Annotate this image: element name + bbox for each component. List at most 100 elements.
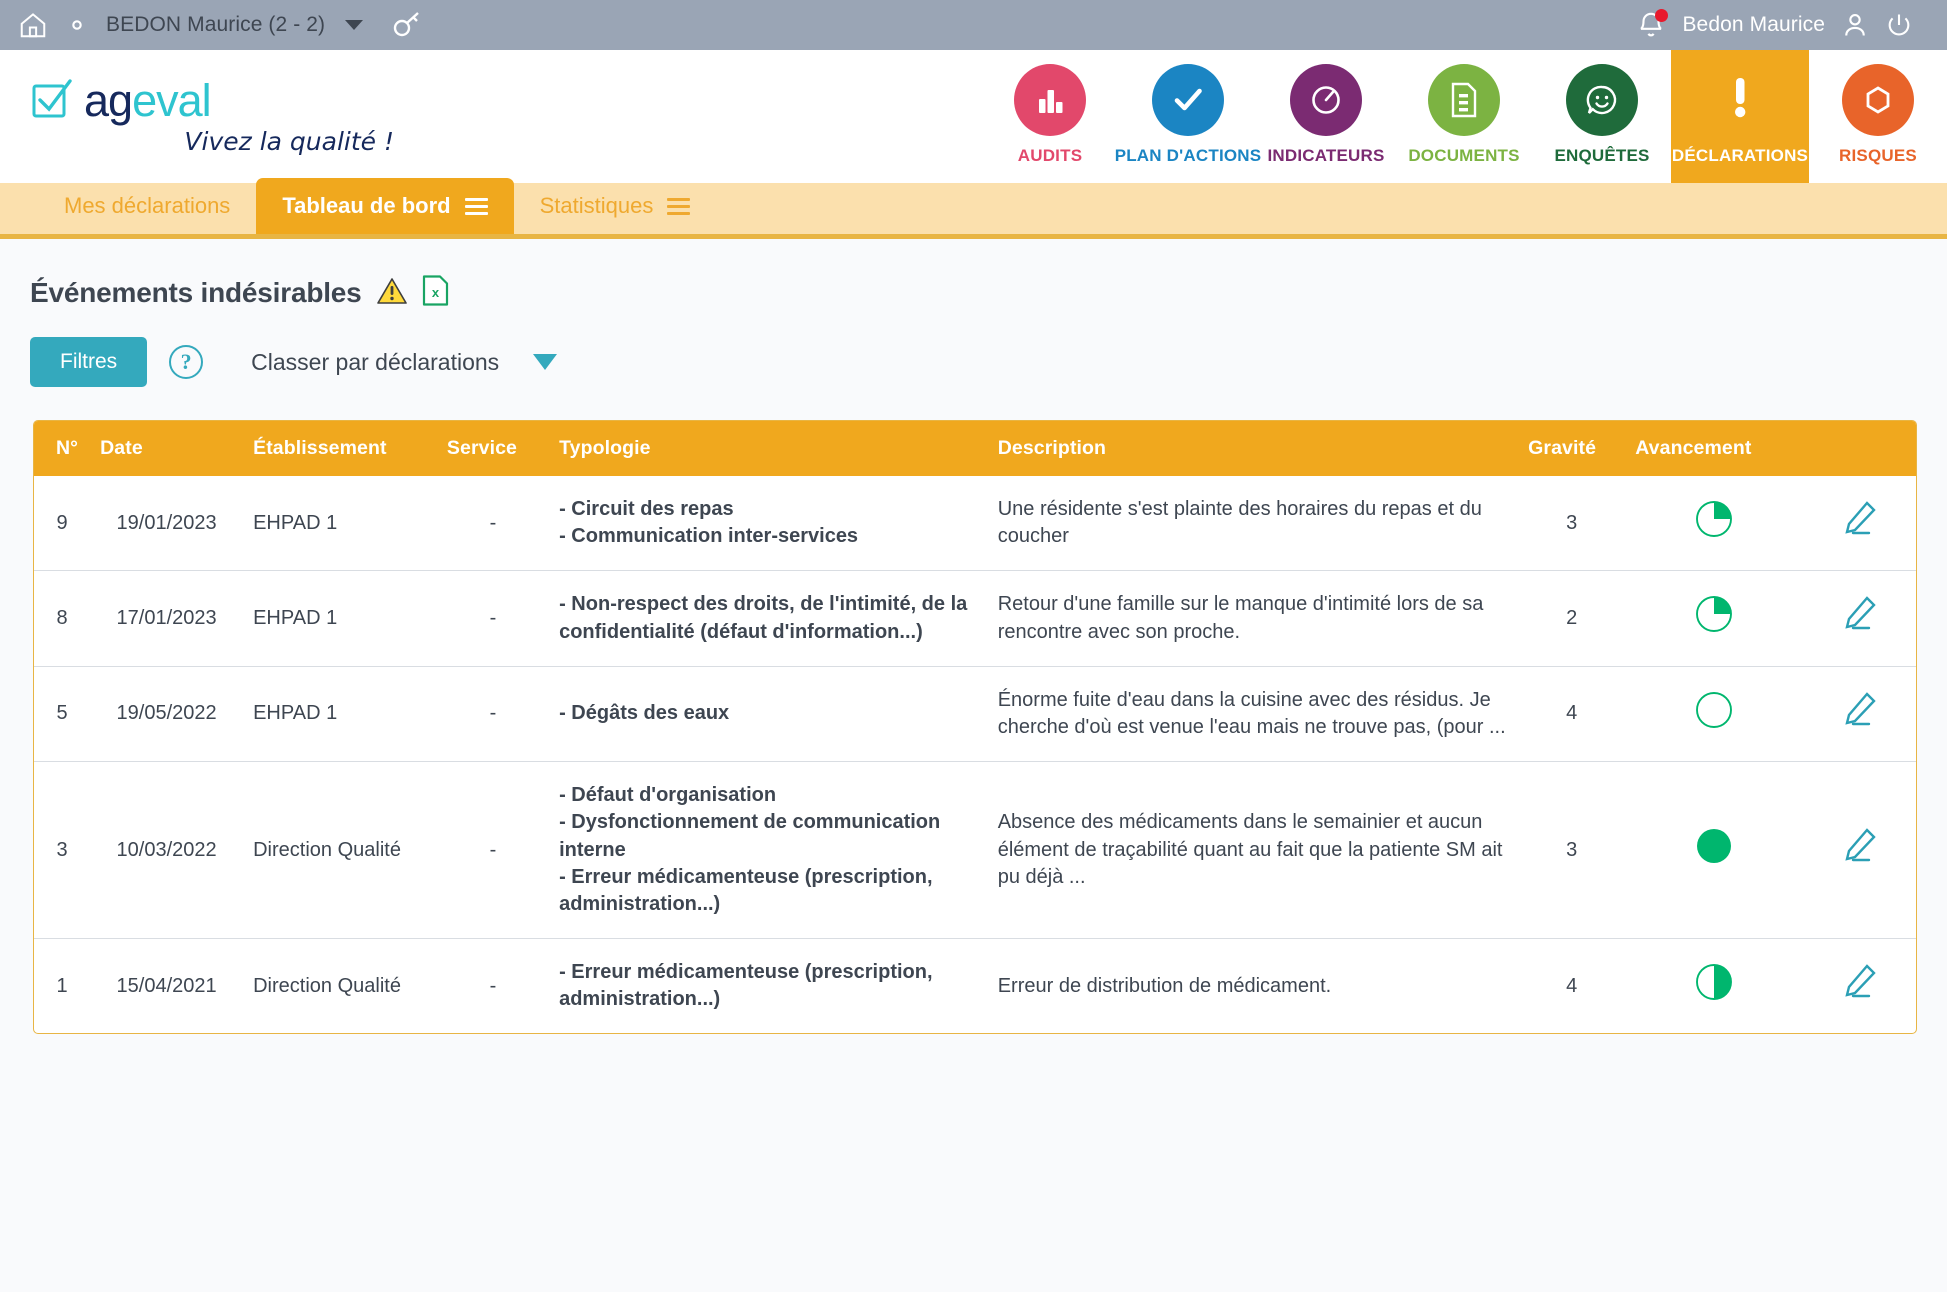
col-header-numero[interactable]: N°	[34, 421, 91, 476]
user-name-label[interactable]: Bedon Maurice	[1682, 13, 1825, 37]
svg-text:x: x	[431, 285, 439, 300]
checkbox-check-icon	[30, 76, 74, 125]
table-row[interactable]: 1 15/04/2021 Direction Qualité - - Erreur mé…	[34, 939, 1916, 1034]
nav-item-enquetes[interactable]: ENQUÊTES	[1533, 50, 1671, 183]
exclamation-icon	[1704, 64, 1776, 136]
home-icon[interactable]	[18, 10, 48, 40]
brand-name-part1: ag	[84, 75, 133, 126]
top-bar-left: BEDON Maurice (2 - 2)	[18, 10, 425, 40]
smiley-chat-icon	[1566, 64, 1638, 136]
cell-date: 17/01/2023	[90, 570, 244, 667]
cell-typologie: - Circuit des repas - Communication inter…	[549, 476, 988, 572]
col-header-description[interactable]: Description	[987, 421, 1519, 476]
top-bar-right: Bedon Maurice	[1636, 9, 1929, 40]
col-header-actions	[1803, 421, 1916, 476]
table-row[interactable]: 3 10/03/2022 Direction Qualité - - Défaut d'…	[34, 761, 1916, 940]
nav-label-risques: RISQUES	[1839, 146, 1917, 165]
nav-label-enquetes: ENQUÊTES	[1554, 146, 1650, 165]
check-circle-icon	[1152, 64, 1224, 136]
cell-avancement	[1625, 939, 1804, 1034]
org-selector-label[interactable]: BEDON Maurice (2 - 2)	[106, 13, 325, 37]
cell-date: 15/04/2021	[116, 974, 217, 997]
cell-avancement	[1625, 476, 1804, 572]
col-header-typologie[interactable]: Typologie	[549, 421, 988, 476]
sort-label: Classer par déclarations	[251, 348, 500, 375]
warning-triangle-icon[interactable]	[376, 277, 407, 310]
cell-date: 10/03/2022	[90, 761, 244, 940]
col-header-gravite[interactable]: Gravité	[1518, 421, 1626, 476]
table-row[interactable]: 5 19/05/2022 EHPAD 1-- Dégâts des eaux Énor…	[34, 666, 1916, 763]
nav-label-documents: DOCUMENTS	[1408, 146, 1520, 165]
brand-logo[interactable]: ageval Vivez la qualité !	[0, 50, 420, 156]
cell-avancement	[1625, 761, 1804, 940]
gear-icon[interactable]	[62, 10, 92, 40]
table-body: 9 19/01/2023 EHPAD 1-- Circuit des repas - …	[34, 476, 1916, 1033]
cell-gravite: 3	[1518, 476, 1626, 572]
nav-item-risques[interactable]: RISQUES	[1809, 50, 1947, 183]
cell-actions	[1803, 761, 1916, 940]
tab-mes-declarations[interactable]: Mes déclarations	[38, 178, 256, 234]
cell-numero: 1	[56, 974, 68, 997]
tab-statistiques[interactable]: Statistiques	[514, 178, 717, 234]
cell-actions	[1803, 476, 1916, 572]
brand-name-part2: eval	[132, 75, 212, 126]
progress-pie-icon	[1695, 827, 1733, 873]
typology-line: - Circuit des repas	[559, 498, 734, 520]
page-title: Événements indésirables	[30, 277, 362, 308]
filters-button[interactable]: Filtres	[30, 337, 148, 387]
nav-item-documents[interactable]: DOCUMENTS	[1395, 50, 1533, 183]
col-header-avancement[interactable]: Avancement	[1625, 421, 1804, 476]
progress-pie-icon	[1695, 691, 1733, 737]
cell-etablissement: EHPAD 1	[243, 666, 437, 763]
typology-line: - Communication inter-services	[559, 525, 859, 548]
page-header: Événements indésirables x	[0, 239, 1947, 311]
cell-date: 19/01/2023	[90, 476, 244, 572]
cell-avancement	[1625, 666, 1804, 763]
tab-label-statistiques: Statistiques	[539, 193, 654, 218]
power-icon[interactable]	[1885, 11, 1913, 39]
col-header-date[interactable]: Date	[90, 421, 244, 476]
bell-icon[interactable]	[1636, 9, 1669, 40]
tab-label-mes-declarations: Mes déclarations	[64, 193, 231, 218]
cell-description: Erreur de distribution de médicament.	[997, 974, 1332, 997]
hamburger-menu-icon[interactable]	[464, 197, 488, 215]
key-icon[interactable]	[391, 10, 425, 40]
question-mark-icon[interactable]: ?	[169, 345, 204, 379]
pencil-edit-icon[interactable]	[1840, 500, 1880, 546]
col-header-etablissement[interactable]: Établissement	[243, 421, 437, 476]
cell-actions	[1804, 939, 1916, 1034]
sub-tab-bar: Mes déclarations Tableau de bord Statist…	[0, 178, 1947, 239]
nav-item-declarations[interactable]: DÉCLARATIONS	[1671, 50, 1809, 183]
pencil-edit-icon[interactable]	[1840, 595, 1880, 641]
cell-typologie: - Dégâts des eaux	[549, 666, 988, 763]
nav-label-declarations: DÉCLARATIONS	[1671, 146, 1809, 165]
declarations-table-container: N° Date Établissement Service Typologie …	[33, 420, 1917, 1035]
tab-tableau-de-bord[interactable]: Tableau de bord	[256, 178, 514, 234]
cell-gravite: 3	[1518, 761, 1626, 940]
pencil-edit-icon[interactable]	[1840, 691, 1880, 737]
nav-item-audits[interactable]: AUDITS	[981, 50, 1119, 183]
nav-item-plan-dactions[interactable]: PLAN D'ACTIONS	[1115, 50, 1261, 183]
table-head: N° Date Établissement Service Typologie …	[34, 421, 1916, 476]
nav-label-indicateurs: INDICATEURS	[1267, 146, 1385, 165]
nav-item-indicateurs[interactable]: INDICATEURS	[1257, 50, 1395, 183]
caret-down-icon[interactable]	[533, 354, 558, 370]
pencil-edit-icon[interactable]	[1840, 827, 1880, 873]
cell-typologie: - Défaut d'organisation - Dysfonctionneme…	[549, 761, 988, 940]
typology-line: - Défaut d'organisation	[559, 784, 777, 807]
chevron-down-icon[interactable]	[345, 20, 364, 30]
gauge-icon	[1290, 64, 1362, 136]
user-icon[interactable]	[1841, 11, 1869, 39]
cell-numero: 8	[34, 570, 91, 667]
table-header-row: N° Date Établissement Service Typologie …	[34, 421, 1916, 476]
table-row[interactable]: 9 19/01/2023 EHPAD 1-- Circuit des repas - …	[34, 476, 1916, 572]
toolbar: Filtres ? Classer par déclarations	[0, 311, 1947, 387]
pencil-edit-icon[interactable]	[1840, 963, 1880, 1009]
excel-export-icon[interactable]: x	[422, 275, 449, 311]
col-header-service[interactable]: Service	[436, 421, 550, 476]
cell-etablissement: Direction Qualité	[243, 761, 437, 940]
table-row[interactable]: 8 17/01/2023 EHPAD 1-- Non-respect des dro…	[34, 570, 1916, 667]
hamburger-menu-icon[interactable]	[667, 197, 691, 215]
brand-tagline: Vivez la qualité !	[184, 127, 394, 156]
cell-typologie: - Erreur médicamenteuse (prescription, a…	[559, 961, 933, 1011]
